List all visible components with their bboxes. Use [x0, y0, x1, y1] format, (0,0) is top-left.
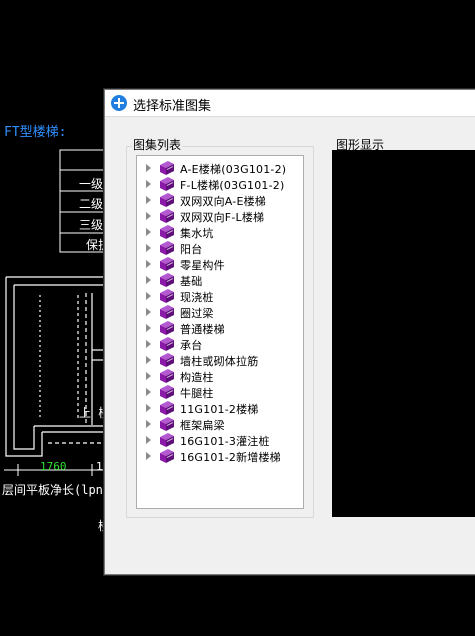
expand-arrow-icon[interactable] — [146, 420, 151, 428]
expand-arrow-icon[interactable] — [146, 340, 151, 348]
book-icon — [160, 273, 174, 287]
tree-item-label: 双网双向A-E楼梯 — [180, 195, 267, 208]
book-icon — [160, 337, 174, 351]
table-row-2: 二级 — [79, 197, 104, 211]
tree-item-label: 集水坑 — [180, 227, 214, 240]
atlas-tree[interactable]: A-E楼梯(03G101-2) F-L楼梯(03G101-2) 双网双向A-E楼梯双… — [136, 155, 304, 509]
tree-item[interactable]: 牛腿柱 — [137, 384, 303, 400]
book-icon — [160, 321, 174, 335]
tree-item[interactable]: 构造柱 — [137, 368, 303, 384]
book-icon — [160, 385, 174, 399]
bottom-label: 层间平板净长(lpn) — [2, 483, 111, 497]
tree-item-label: 16G101-2新增楼梯 — [180, 451, 281, 464]
tree-item-label: 普通楼梯 — [180, 323, 225, 336]
tree-item-label: 现浇桩 — [180, 291, 214, 304]
book-icon — [160, 401, 174, 415]
expand-arrow-icon[interactable] — [146, 164, 151, 172]
tree-item-label: 零星构件 — [180, 259, 225, 272]
tree-item-label: 阳台 — [180, 243, 203, 256]
tree-item[interactable]: 集水坑 — [137, 224, 303, 240]
book-icon — [160, 257, 174, 271]
tree-item[interactable]: 双网双向F-L楼梯 — [137, 208, 303, 224]
expand-arrow-icon[interactable] — [146, 180, 151, 188]
tree-item[interactable]: 双网双向A-E楼梯 — [137, 192, 303, 208]
tree-item[interactable]: F-L楼梯(03G101-2) — [137, 176, 303, 192]
expand-arrow-icon[interactable] — [146, 212, 151, 220]
tree-item-label: 双网双向F-L楼梯 — [180, 211, 265, 224]
tree-item-label: 构造柱 — [180, 371, 214, 384]
expand-arrow-icon[interactable] — [146, 324, 151, 332]
tree-item[interactable]: 16G101-2新增楼梯 — [137, 448, 303, 464]
dialog-titlebar[interactable]: 选择标准图集 — [105, 90, 475, 117]
tree-item[interactable]: 墙柱或砌体拉筋 — [137, 352, 303, 368]
tree-item[interactable]: 圈过梁 — [137, 304, 303, 320]
dimension-value: 1760 — [40, 460, 67, 473]
tree-item[interactable]: 11G101-2楼梯 — [137, 400, 303, 416]
expand-arrow-icon[interactable] — [146, 452, 151, 460]
tree-item[interactable]: 零星构件 — [137, 256, 303, 272]
atlas-list-label: 图集列表 — [132, 136, 183, 153]
book-icon — [160, 241, 174, 255]
expand-arrow-icon[interactable] — [146, 292, 151, 300]
app-icon — [111, 95, 127, 111]
book-icon — [160, 161, 174, 175]
tree-item[interactable]: 框架扁梁 — [137, 416, 303, 432]
book-icon — [160, 177, 174, 191]
expand-arrow-icon[interactable] — [146, 404, 151, 412]
book-icon — [160, 353, 174, 367]
book-icon — [160, 433, 174, 447]
book-icon — [160, 209, 174, 223]
book-icon — [160, 305, 174, 319]
expand-arrow-icon[interactable] — [146, 196, 151, 204]
book-icon — [160, 369, 174, 383]
tree-item-label: 基础 — [180, 275, 203, 288]
tree-item[interactable]: 16G101-3灌注桩 — [137, 432, 303, 448]
expand-arrow-icon[interactable] — [146, 388, 151, 396]
expand-arrow-icon[interactable] — [146, 436, 151, 444]
tree-item[interactable]: 阳台 — [137, 240, 303, 256]
expand-arrow-icon[interactable] — [146, 372, 151, 380]
dialog-title: 选择标准图集 — [133, 99, 212, 114]
table-row-1: 一级 — [79, 177, 104, 191]
drawing-title: FT型楼梯: — [4, 125, 67, 140]
book-icon — [160, 417, 174, 431]
tree-item-label: A-E楼梯(03G101-2) — [180, 163, 287, 176]
expand-arrow-icon[interactable] — [146, 356, 151, 364]
tree-item-label: 承台 — [180, 339, 203, 352]
book-icon — [160, 289, 174, 303]
select-atlas-dialog: 选择标准图集 图集列表 A-E楼梯(03G101-2) F-L楼梯(03G101-… — [104, 89, 475, 575]
tree-item-label: F-L楼梯(03G101-2) — [180, 179, 285, 192]
tree-item[interactable]: 现浇桩 — [137, 288, 303, 304]
tree-item-label: 墙柱或砌体拉筋 — [180, 355, 259, 368]
tree-item-label: 16G101-3灌注桩 — [180, 435, 270, 448]
book-icon — [160, 193, 174, 207]
expand-arrow-icon[interactable] — [146, 260, 151, 268]
table-row-3: 三级 — [79, 218, 104, 232]
expand-arrow-icon[interactable] — [146, 276, 151, 284]
tree-item-label: 框架扁梁 — [180, 419, 225, 432]
preview-canvas — [332, 150, 475, 517]
expand-arrow-icon[interactable] — [146, 244, 151, 252]
tree-item-label: 圈过梁 — [180, 307, 214, 320]
tree-item[interactable]: 基础 — [137, 272, 303, 288]
dimension-partial: 1 — [96, 460, 103, 473]
expand-arrow-icon[interactable] — [146, 308, 151, 316]
tree-item[interactable]: 普通楼梯 — [137, 320, 303, 336]
expand-arrow-icon[interactable] — [146, 228, 151, 236]
book-icon — [160, 225, 174, 239]
tree-item[interactable]: A-E楼梯(03G101-2) — [137, 160, 303, 176]
tree-item-label: 牛腿柱 — [180, 387, 214, 400]
tree-item[interactable]: 承台 — [137, 336, 303, 352]
book-icon — [160, 449, 174, 463]
tree-item-label: 11G101-2楼梯 — [180, 403, 259, 416]
